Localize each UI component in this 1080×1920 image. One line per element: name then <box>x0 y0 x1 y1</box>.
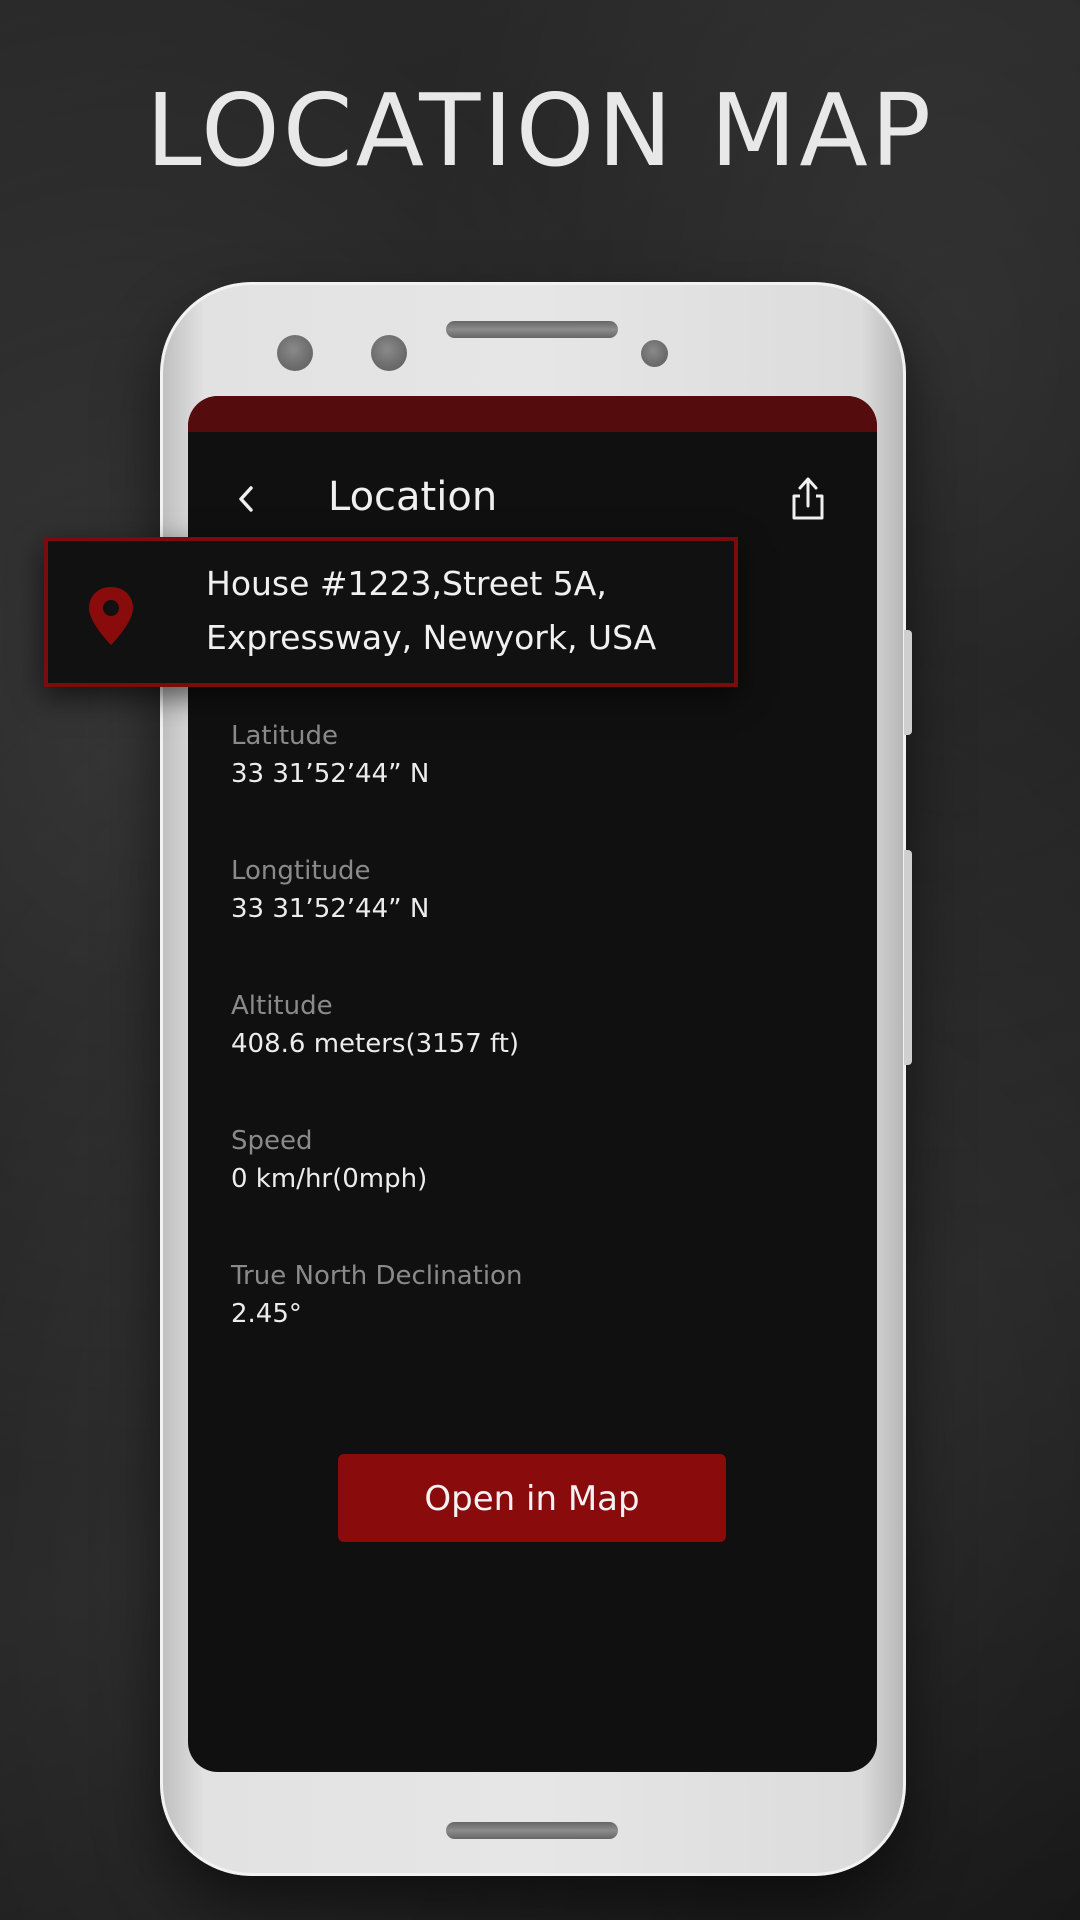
field-value: 2.45° <box>231 1299 302 1329</box>
field-altitude: Altitude 408.6 meters(3157 ft) <box>231 988 519 1064</box>
open-in-map-button[interactable]: Open in Map <box>338 1454 726 1542</box>
field-longitude: Longtitude 33 31’52’44” N <box>231 853 429 929</box>
address-line-1: House #1223,Street 5A, <box>206 564 607 603</box>
bottom-speaker <box>446 1822 618 1839</box>
phone-side-button <box>904 630 912 735</box>
field-value: 33 31’52’44” N <box>231 894 430 924</box>
phone-volume-button <box>904 850 912 1065</box>
map-pin-icon <box>89 587 133 645</box>
proximity-sensor <box>641 340 668 367</box>
field-value: 0 km/hr(0mph) <box>231 1164 428 1194</box>
field-value: 33 31’52’44” N <box>231 759 430 789</box>
field-label: Latitude <box>231 721 339 751</box>
address-text: House #1223,Street 5A, Expressway, Newyo… <box>206 557 726 665</box>
status-bar <box>188 396 877 432</box>
field-label: True North Declination <box>231 1261 523 1291</box>
field-value: 408.6 meters(3157 ft) <box>231 1029 520 1059</box>
field-label: Altitude <box>231 991 333 1021</box>
field-speed: Speed 0 km/hr(0mph) <box>231 1123 427 1199</box>
earpiece-speaker <box>446 321 618 338</box>
address-line-2: Expressway, Newyork, USA <box>206 618 657 657</box>
field-true-north-declination: True North Declination 2.45° <box>231 1258 522 1334</box>
chevron-left-icon <box>239 486 253 512</box>
field-latitude: Latitude 33 31’52’44” N <box>231 718 429 794</box>
front-camera <box>277 335 313 371</box>
field-label: Longtitude <box>231 856 371 886</box>
field-label: Speed <box>231 1126 313 1156</box>
address-card: House #1223,Street 5A, Expressway, Newyo… <box>44 537 738 687</box>
back-button[interactable] <box>223 476 269 522</box>
screen-title: Location <box>328 474 498 520</box>
front-sensor <box>371 335 407 371</box>
share-icon <box>792 477 824 520</box>
headline: LOCATION MAP <box>145 72 935 189</box>
share-button[interactable] <box>785 474 831 524</box>
